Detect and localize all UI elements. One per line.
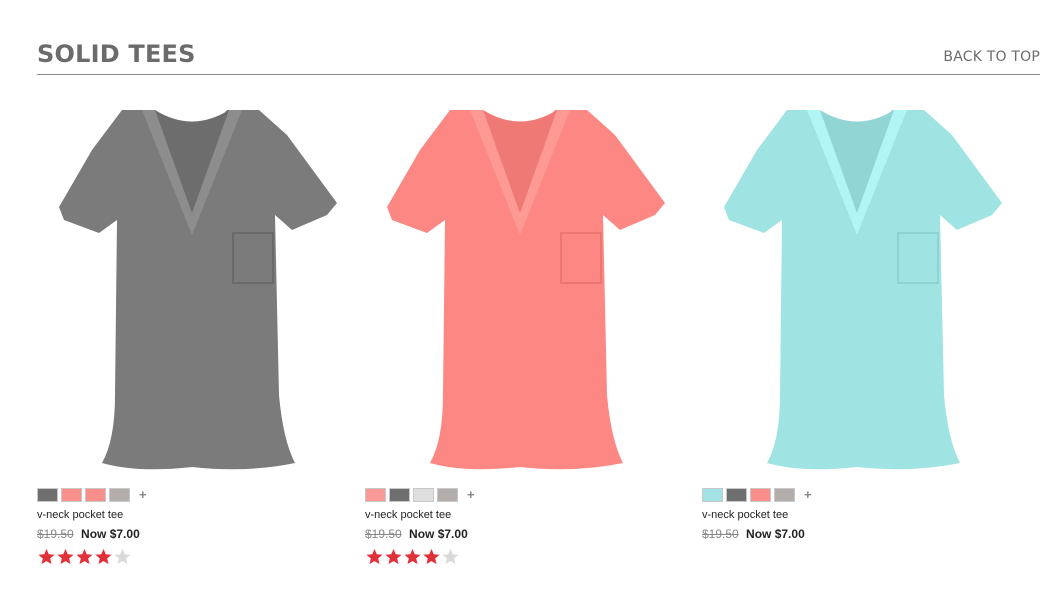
color-swatch[interactable]: [774, 488, 795, 502]
color-swatch[interactable]: [61, 488, 82, 502]
sale-price: Now $7.00: [746, 527, 805, 541]
color-swatch[interactable]: [389, 488, 410, 502]
star-filled-icon: [423, 548, 440, 565]
star-rating: [365, 548, 460, 565]
star-filled-icon: [385, 548, 402, 565]
color-swatch[interactable]: [750, 488, 771, 502]
back-to-top-link[interactable]: BACK TO TOP: [943, 49, 1040, 65]
color-swatch[interactable]: [109, 488, 130, 502]
color-swatch[interactable]: [85, 488, 106, 502]
product-name-link[interactable]: v-neck pocket tee: [702, 509, 788, 521]
product-name-link[interactable]: v-neck pocket tee: [37, 509, 123, 521]
section-title: SOLID TEES: [37, 40, 196, 68]
sale-price: Now $7.00: [409, 527, 468, 541]
color-swatches: +: [365, 488, 475, 502]
original-price: $19.50: [37, 527, 74, 541]
star-empty-icon: [114, 548, 131, 565]
color-swatch[interactable]: [37, 488, 58, 502]
star-filled-icon: [57, 548, 74, 565]
star-filled-icon: [366, 548, 383, 565]
star-filled-icon: [95, 548, 112, 565]
star-empty-icon: [442, 548, 459, 565]
product-card: + v-neck pocket tee $19.50 Now $7.00: [702, 95, 1012, 541]
original-price: $19.50: [365, 527, 402, 541]
color-swatch[interactable]: [365, 488, 386, 502]
price-block: $19.50 Now $7.00: [365, 527, 468, 541]
star-filled-icon: [76, 548, 93, 565]
star-filled-icon: [404, 548, 421, 565]
original-price: $19.50: [702, 527, 739, 541]
product-image[interactable]: [365, 95, 675, 480]
color-swatch[interactable]: [726, 488, 747, 502]
color-swatch[interactable]: [437, 488, 458, 502]
product-name-link[interactable]: v-neck pocket tee: [365, 509, 451, 521]
color-swatch[interactable]: [702, 488, 723, 502]
color-swatches: +: [37, 488, 147, 502]
product-image[interactable]: [37, 95, 347, 480]
section-header: SOLID TEES BACK TO TOP: [37, 38, 1040, 75]
product-card: + v-neck pocket tee $19.50 Now $7.00: [37, 95, 347, 565]
more-colors-icon[interactable]: +: [804, 488, 812, 502]
price-block: $19.50 Now $7.00: [37, 527, 140, 541]
star-filled-icon: [38, 548, 55, 565]
product-image[interactable]: [702, 95, 1012, 480]
star-rating: [37, 548, 132, 565]
more-colors-icon[interactable]: +: [139, 488, 147, 502]
color-swatches: +: [702, 488, 812, 502]
product-card: + v-neck pocket tee $19.50 Now $7.00: [365, 95, 675, 565]
sale-price: Now $7.00: [81, 527, 140, 541]
color-swatch[interactable]: [413, 488, 434, 502]
price-block: $19.50 Now $7.00: [702, 527, 805, 541]
more-colors-icon[interactable]: +: [467, 488, 475, 502]
